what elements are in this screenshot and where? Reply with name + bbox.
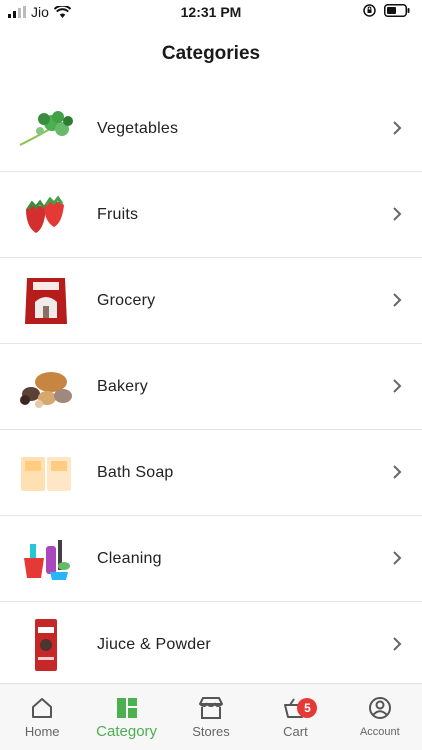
battery-icon [384, 4, 410, 17]
home-icon [32, 698, 53, 718]
category-item-vegetables[interactable]: Vegetables [0, 86, 422, 172]
tab-account[interactable]: Account [338, 684, 422, 750]
orientation-lock-icon [363, 4, 376, 17]
account-icon [368, 697, 391, 719]
bath-soap-image [16, 443, 76, 503]
page-title: Categories [161, 43, 261, 64]
chevron-right-icon [393, 207, 402, 221]
chevron-right-icon [393, 293, 402, 307]
category-item-bakery[interactable]: Bakery [0, 344, 422, 430]
category-list: Vegetables Fruits Grocery Bakery Bath So… [0, 86, 422, 687]
bottom-tab-bar: Home Category Stores 5 Cart Account [0, 683, 422, 750]
category-label: Bath Soap [97, 463, 174, 481]
category-item-cleaning[interactable]: Cleaning [0, 516, 422, 602]
category-label: Cleaning [97, 549, 162, 567]
category-label: Fruits [97, 205, 139, 223]
category-item-grocery[interactable]: Grocery [0, 258, 422, 344]
tab-account-label: Account [359, 726, 400, 738]
chevron-right-icon [393, 121, 402, 135]
fruits-image [16, 185, 76, 245]
chevron-right-icon [393, 551, 402, 565]
tab-stores-label: Stores [192, 724, 230, 739]
category-grid-icon [116, 698, 137, 718]
grocery-image [16, 271, 76, 331]
chevron-right-icon [393, 465, 402, 479]
tab-home[interactable]: Home [0, 684, 84, 750]
status-time: 12:31 PM [180, 4, 242, 20]
tab-cart[interactable]: 5 Cart [253, 684, 337, 750]
cleaning-image [16, 529, 76, 589]
status-bar: Jio 12:31 PM [0, 0, 422, 26]
store-icon [199, 697, 224, 719]
category-label: Jiuce & Powder [97, 635, 211, 653]
vegetables-image [16, 99, 76, 159]
category-item-juice-powder[interactable]: Jiuce & Powder [0, 602, 422, 687]
cart-count-badge: 5 [297, 698, 318, 718]
category-label: Grocery [97, 291, 156, 309]
chevron-right-icon [393, 379, 402, 393]
juice-powder-image [16, 615, 76, 675]
category-item-fruits[interactable]: Fruits [0, 172, 422, 258]
tab-cart-label: Cart [283, 724, 308, 739]
category-label: Bakery [97, 377, 148, 395]
bakery-image [16, 357, 76, 417]
category-item-bath-soap[interactable]: Bath Soap [0, 430, 422, 516]
tab-stores[interactable]: Stores [169, 684, 253, 750]
tab-category[interactable]: Category [84, 684, 168, 750]
tab-home-label: Home [24, 724, 60, 739]
chevron-right-icon [393, 637, 402, 651]
tab-category-label: Category [96, 723, 158, 740]
category-label: Vegetables [97, 119, 179, 137]
